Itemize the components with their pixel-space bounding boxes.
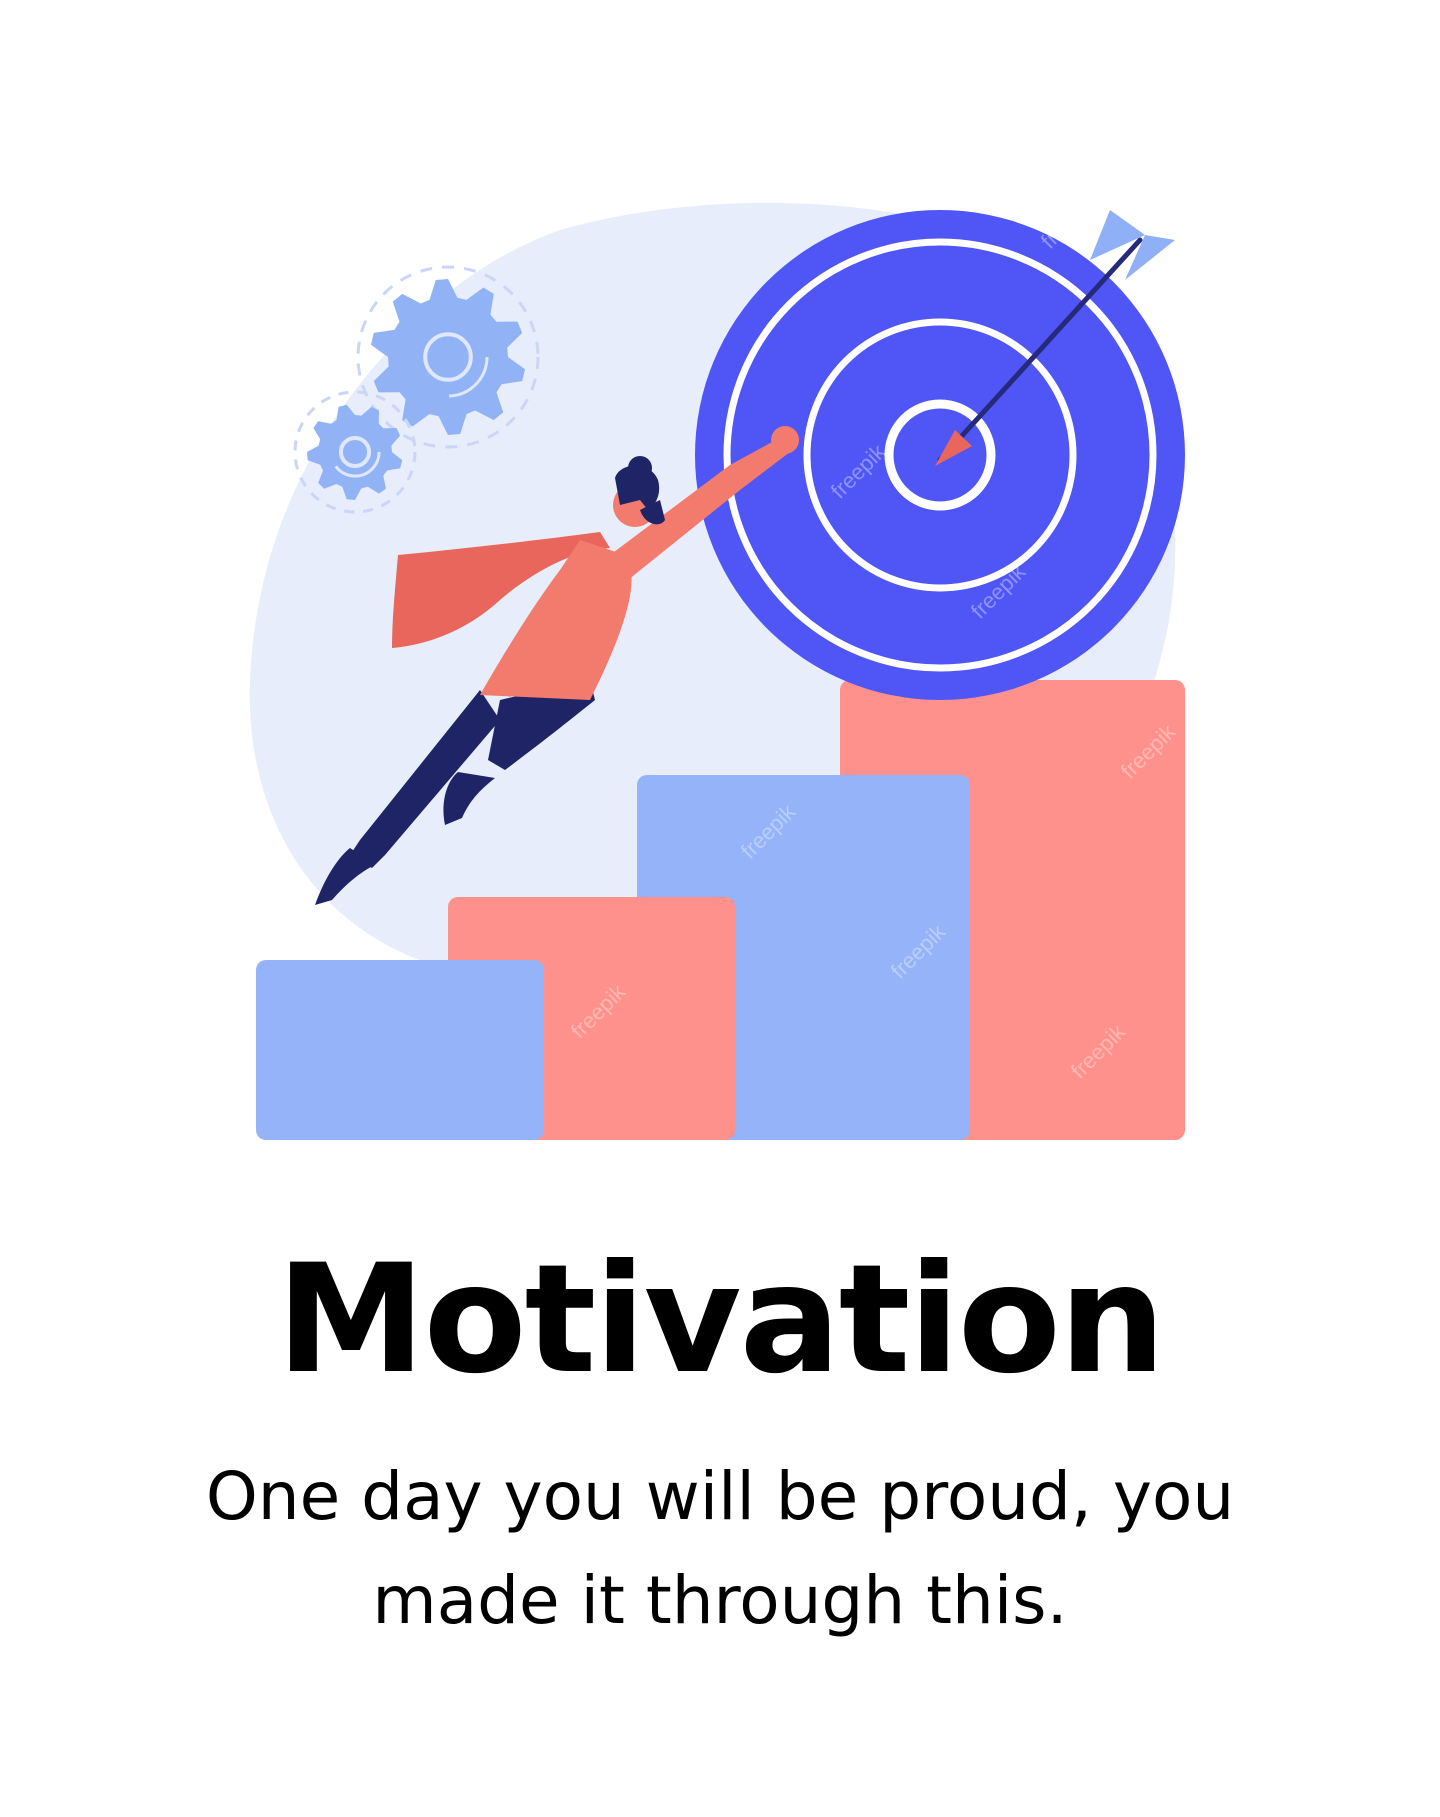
page-title: Motivation	[276, 1233, 1165, 1407]
step-bar-1	[256, 960, 544, 1140]
motivation-illustration: freepikfreepikfreepikfreepikfreepikfreep…	[249, 188, 1185, 1140]
page-subtitle: One day you will be proud, you made it t…	[205, 1458, 1235, 1640]
svg-text:freepik: freepik	[1036, 188, 1101, 253]
